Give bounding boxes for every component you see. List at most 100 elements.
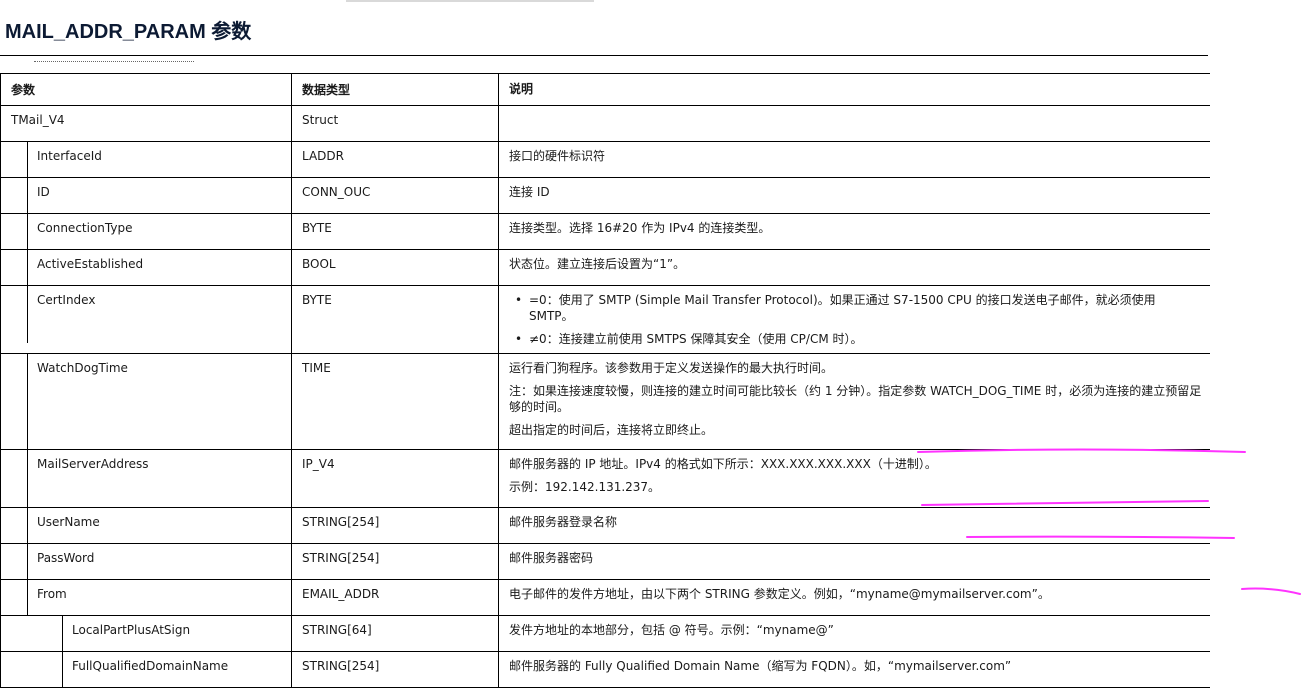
indent-gutter	[1, 544, 28, 579]
param-cell: ActiveEstablished	[0, 249, 292, 286]
top-scroll-edge	[346, 0, 594, 2]
table-row: WatchDogTime TIME 运行看门狗程序。该参数用于定义发送操作的最大执行…	[0, 353, 1210, 450]
description-bullet: =0：使用了 SMTP (Simple Mail Transfer Protoc…	[509, 292, 1202, 324]
description-cell: 邮件服务器登录名称	[498, 507, 1210, 544]
table-row: ConnectionType BYTE 连接类型。选择 16#20 作为 IPv4 …	[0, 213, 1210, 250]
datatype-cell: CONN_OUC	[291, 177, 499, 214]
param-name: InterfaceId	[37, 149, 102, 163]
param-cell: ConnectionType	[0, 213, 292, 250]
cut-off-text-line	[34, 61, 194, 63]
indent-gutter	[1, 214, 28, 249]
indent-gutter	[1, 286, 28, 343]
indent-gutter	[1, 178, 28, 213]
description-cell: 发件方地址的本地部分，包括 @ 符号。示例：“myname@”	[498, 615, 1210, 652]
page-title: MAIL_ADDR_PARAM 参数	[5, 21, 252, 43]
description-bullet: ≠0：连接建立前使用 SMTPS 保障其安全（使用 CP/CM 时）。	[509, 331, 1202, 347]
description-text: 发件方地址的本地部分，包括 @ 符号。示例：“myname@”	[509, 623, 834, 637]
annotation-stroke	[1241, 587, 1301, 595]
datatype-cell: BYTE	[291, 213, 499, 250]
description-text: 连接 ID	[509, 185, 550, 199]
description-cell: =0：使用了 SMTP (Simple Mail Transfer Protoc…	[498, 285, 1210, 354]
datatype-cell: STRING[254]	[291, 651, 499, 688]
param-cell: UserName	[0, 507, 292, 544]
datatype-cell: Struct	[291, 105, 499, 142]
indent-gutter	[1, 354, 28, 449]
param-cell: CertIndex	[0, 285, 292, 354]
table-row: PassWord STRING[254] 邮件服务器密码	[0, 543, 1210, 580]
description-text: 运行看门狗程序。该参数用于定义发送操作的最大执行时间。	[509, 361, 834, 375]
table-row: From EMAIL_ADDR 电子邮件的发件方地址，由以下两个 STRING 参数…	[0, 579, 1210, 616]
description-cell: 连接类型。选择 16#20 作为 IPv4 的连接类型。	[498, 213, 1210, 250]
indent-gutter	[1, 508, 28, 543]
param-cell: TMail_V4	[0, 105, 292, 142]
datatype-cell: IP_V4	[291, 449, 499, 508]
param-cell: WatchDogTime	[0, 353, 292, 450]
table-row: TMail_V4 Struct	[0, 105, 1210, 142]
datatype-cell: BOOL	[291, 249, 499, 286]
param-name: MailServerAddress	[37, 457, 149, 471]
description-cell: 邮件服务器密码	[498, 543, 1210, 580]
param-cell: ID	[0, 177, 292, 214]
description-text: 邮件服务器密码	[509, 551, 594, 565]
description-cell: 邮件服务器的 Fully Qualified Domain Name（缩写为 F…	[498, 651, 1210, 688]
table-row: UserName STRING[254] 邮件服务器登录名称	[0, 507, 1210, 544]
description-text: 接口的硬件标识符	[509, 149, 606, 163]
description-cell: 邮件服务器的 IP 地址。IPv4 的格式如下所示：XXX.XXX.XXX.XX…	[498, 449, 1210, 508]
indent-gutter	[1, 616, 63, 651]
header-param: 参数	[0, 73, 292, 106]
table-row: LocalPartPlusAtSign STRING[64] 发件方地址的本地部分，…	[0, 615, 1210, 652]
param-name: From	[37, 587, 67, 601]
title-rule	[0, 55, 1208, 56]
param-cell: InterfaceId	[0, 141, 292, 178]
description-text: 电子邮件的发件方地址，由以下两个 STRING 参数定义。例如，“myname@…	[509, 587, 1050, 601]
param-name: ID	[37, 185, 50, 199]
param-name: TMail_V4	[11, 113, 65, 127]
description-cell	[498, 105, 1210, 142]
datatype-cell: STRING[254]	[291, 543, 499, 580]
table-row: InterfaceId LADDR 接口的硬件标识符	[0, 141, 1210, 178]
param-name: PassWord	[37, 551, 95, 565]
param-cell: PassWord	[0, 543, 292, 580]
indent-gutter	[1, 250, 28, 285]
param-cell: LocalPartPlusAtSign	[0, 615, 292, 652]
datatype-cell: LADDR	[291, 141, 499, 178]
parameter-table: 参数 数据类型 说明 TMail_V4 Struct InterfaceId LADD…	[0, 73, 1210, 688]
indent-gutter	[1, 450, 28, 507]
description-text: 邮件服务器登录名称	[509, 515, 618, 529]
param-name: WatchDogTime	[37, 361, 128, 375]
description-text: 邮件服务器的 IP 地址。IPv4 的格式如下所示：XXX.XXX.XXX.XX…	[509, 457, 937, 471]
param-name: UserName	[37, 515, 100, 529]
description-cell: 连接 ID	[498, 177, 1210, 214]
description-text: 超出指定的时间后，连接将立即终止。	[509, 423, 714, 437]
param-name: ActiveEstablished	[37, 257, 144, 271]
param-name: CertIndex	[37, 293, 96, 307]
param-cell: MailServerAddress	[0, 449, 292, 508]
table-row: ID CONN_OUC 连接 ID	[0, 177, 1210, 214]
param-name: LocalPartPlusAtSign	[72, 623, 191, 637]
datatype-cell: TIME	[291, 353, 499, 450]
table-row: ActiveEstablished BOOL 状态位。建立连接后设置为“1”。	[0, 249, 1210, 286]
datatype-cell: STRING[254]	[291, 507, 499, 544]
description-cell: 电子邮件的发件方地址，由以下两个 STRING 参数定义。例如，“myname@…	[498, 579, 1210, 616]
table-row: FullQualifiedDomainName STRING[254] 邮件服务器的…	[0, 651, 1210, 688]
description-text: 示例：192.142.131.237。	[509, 480, 661, 494]
table-row: MailServerAddress IP_V4 邮件服务器的 IP 地址。IPv4 …	[0, 449, 1210, 508]
param-name: ConnectionType	[37, 221, 133, 235]
datatype-cell: STRING[64]	[291, 615, 499, 652]
table-row: CertIndex BYTE =0：使用了 SMTP (Simple Mail Tr…	[0, 285, 1210, 354]
param-cell: From	[0, 579, 292, 616]
header-datatype: 数据类型	[291, 73, 499, 106]
parameter-table-container: 参数 数据类型 说明 TMail_V4 Struct InterfaceId LADD…	[0, 73, 1210, 688]
param-cell: FullQualifiedDomainName	[0, 651, 292, 688]
indent-gutter	[1, 580, 28, 615]
description-text: 注：如果连接速度较慢，则连接的建立时间可能比较长（约 1 分钟）。指定参数 WA…	[509, 384, 1202, 414]
datatype-cell: EMAIL_ADDR	[291, 579, 499, 616]
description-cell: 运行看门狗程序。该参数用于定义发送操作的最大执行时间。注：如果连接速度较慢，则连…	[498, 353, 1210, 450]
description-bullet-list: =0：使用了 SMTP (Simple Mail Transfer Protoc…	[509, 292, 1202, 347]
description-text: 连接类型。选择 16#20 作为 IPv4 的连接类型。	[509, 221, 771, 235]
description-text: 状态位。建立连接后设置为“1”。	[509, 257, 686, 271]
table-header-row: 参数 数据类型 说明	[0, 73, 1210, 106]
description-cell: 接口的硬件标识符	[498, 141, 1210, 178]
indent-gutter	[1, 142, 28, 177]
header-description: 说明	[498, 73, 1210, 106]
